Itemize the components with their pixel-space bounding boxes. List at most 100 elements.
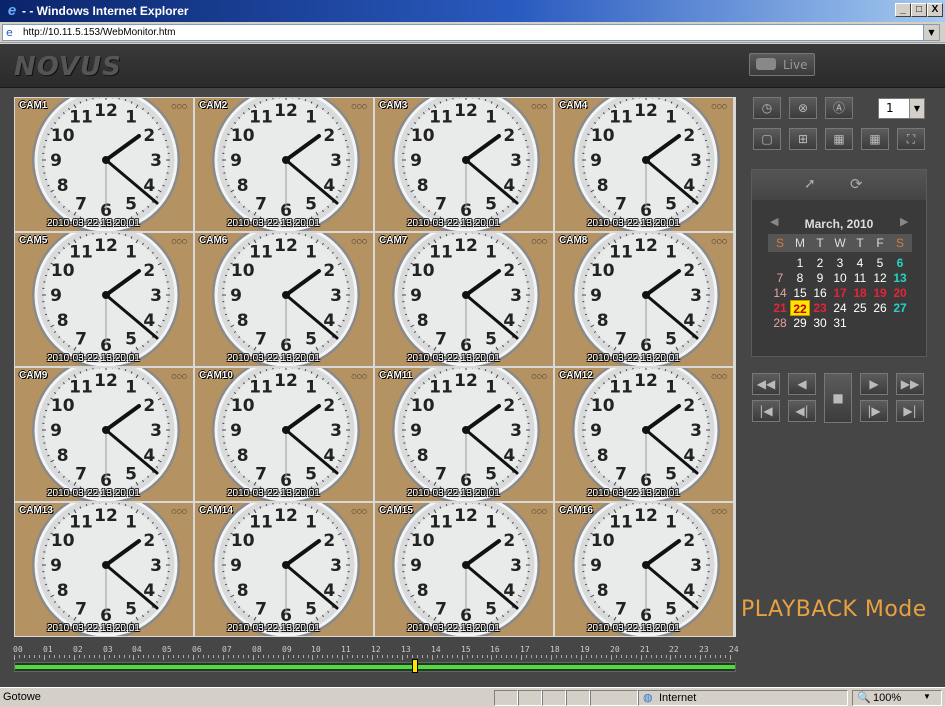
- calendar-day[interactable]: 13: [890, 270, 910, 286]
- calendar-day[interactable]: 9: [810, 270, 830, 286]
- search-time-button[interactable]: ◷: [753, 97, 781, 119]
- timeline-tick: [292, 655, 294, 658]
- calendar-day[interactable]: 27: [890, 300, 910, 316]
- timeline-tick: [560, 655, 562, 658]
- play-button[interactable]: ▶: [860, 373, 888, 395]
- calendar-day[interactable]: 23: [810, 300, 830, 316]
- calendar-day[interactable]: 16: [810, 285, 830, 301]
- calendar-day[interactable]: 1: [790, 255, 810, 271]
- camera-tile-7[interactable]: 12 1 2 3 4 5 6 7 8 9 10 11 CAM7 ○○○ 2010-03-22 13:20:0…: [375, 233, 553, 366]
- export-arrow-icon[interactable]: ➚: [804, 176, 816, 192]
- camera-tile-3[interactable]: 12 1 2 3 4 5 6 7 8 9 10 11 CAM3 ○○○ 2010-03-22 13:20:0…: [375, 98, 553, 231]
- camera-tile-4[interactable]: 12 1 2 3 4 5 6 7 8 9 10 11 CAM4 ○○○ 2010-03-22 13:20:0…: [555, 98, 733, 231]
- layout-2x2-button[interactable]: ⊞: [789, 128, 817, 150]
- timeline-bar[interactable]: [14, 662, 736, 672]
- camera-tile-5[interactable]: 12 1 2 3 4 5 6 7 8 9 10 11 CAM5 ○○○ 2010-03-22 13:20:0…: [15, 233, 193, 366]
- calendar-day[interactable]: 25: [850, 300, 870, 316]
- svg-text:12: 12: [94, 506, 118, 526]
- status-section: [566, 690, 590, 706]
- camera-tile-6[interactable]: 12 1 2 3 4 5 6 7 8 9 10 11 CAM6 ○○○ 2010-03-22 13:20:0…: [195, 233, 373, 366]
- calendar-day-selected[interactable]: 22: [790, 300, 810, 316]
- calendar-day[interactable]: 5: [870, 255, 890, 271]
- stop-button[interactable]: ■: [824, 373, 852, 423]
- svg-text:5: 5: [305, 329, 317, 349]
- search-alarm-button[interactable]: Ⓐ: [825, 97, 853, 119]
- calendar-day[interactable]: 26: [870, 300, 890, 316]
- timeline-hour-label: 07: [222, 645, 232, 654]
- calendar-day[interactable]: 30: [810, 315, 830, 331]
- camera-tile-9[interactable]: 12 1 2 3 4 5 6 7 8 9 10 11 CAM9 ○○○ 2010-03-22 13:20:0…: [15, 368, 193, 501]
- camera-tile-1[interactable]: 12 1 2 3 4 5 6 7 8 9 10 11 CAM1 ○○○ 2010-03-22 13:20:0…: [15, 98, 193, 231]
- maximize-button[interactable]: □: [911, 3, 927, 17]
- chevron-down-icon[interactable]: ▼: [923, 692, 931, 701]
- chevron-down-icon[interactable]: ▼: [909, 99, 924, 118]
- calendar-day[interactable]: 19: [870, 285, 890, 301]
- calendar-day[interactable]: 4: [850, 255, 870, 271]
- camera-tile-14[interactable]: 12 1 2 3 4 5 6 7 8 9 10 11 CAM14 ○○○ 2010-03-22 13:20:…: [195, 503, 373, 636]
- calendar-day[interactable]: 6: [890, 255, 910, 271]
- fast-forward-button[interactable]: ▶▶: [896, 373, 924, 395]
- svg-text:11: 11: [249, 108, 273, 128]
- calendar-day[interactable]: 8: [790, 270, 810, 286]
- calendar-next-button[interactable]: ▶: [900, 215, 908, 228]
- close-button[interactable]: X: [927, 3, 943, 17]
- calendar-day[interactable]: 31: [830, 315, 850, 331]
- calendar-day[interactable]: 28: [770, 315, 790, 331]
- channel-select[interactable]: 1 ▼: [878, 98, 925, 119]
- calendar-day[interactable]: 14: [770, 285, 790, 301]
- camera-tile-2[interactable]: 12 1 2 3 4 5 6 7 8 9 10 11 CAM2 ○○○ 2010-03-22 13:20:0…: [195, 98, 373, 231]
- window-titlebar[interactable]: e - - Windows Internet Explorer _ □ X: [0, 0, 945, 22]
- calendar-day[interactable]: 15: [790, 285, 810, 301]
- camera-label: CAM7: [379, 235, 408, 246]
- search-event-button[interactable]: ⊗: [789, 97, 817, 119]
- calendar-day[interactable]: 24: [830, 300, 850, 316]
- svg-text:2: 2: [143, 261, 155, 281]
- camera-tile-15[interactable]: 12 1 2 3 4 5 6 7 8 9 10 11 CAM15 ○○○ 2010-03-22 13:20:…: [375, 503, 553, 636]
- address-dropdown-button[interactable]: ▼: [923, 25, 939, 40]
- camera-tile-13[interactable]: 12 1 2 3 4 5 6 7 8 9 10 11 CAM13 ○○○ 2010-03-22 13:20:…: [15, 503, 193, 636]
- calendar-day[interactable]: 20: [890, 285, 910, 301]
- layout-4x4-button[interactable]: ▦: [861, 128, 889, 150]
- zoom-section[interactable]: 🔍 100% ▼: [852, 690, 942, 706]
- timeline-tick: [147, 655, 149, 658]
- calendar-day[interactable]: 3: [830, 255, 850, 271]
- go-to-end-button[interactable]: ▶|: [896, 400, 924, 422]
- camera-tile-12[interactable]: 12 1 2 3 4 5 6 7 8 9 10 11 CAM12 ○○○ 2010-03-22 13:20:…: [555, 368, 733, 501]
- step-back-button[interactable]: ◀|: [788, 400, 816, 422]
- refresh-icon[interactable]: ⟳: [850, 175, 863, 193]
- layout-1x1-button[interactable]: ▢: [753, 128, 781, 150]
- address-input[interactable]: e http://10.11.5.153/WebMonitor.htm ▼: [2, 24, 940, 41]
- timeline-hour-label: 18: [550, 645, 560, 654]
- timeline-tick: [123, 655, 125, 658]
- calendar-day[interactable]: 12: [870, 270, 890, 286]
- camera-tile-16[interactable]: 12 1 2 3 4 5 6 7 8 9 10 11 CAM16 ○○○ 2010-03-22 13:20:…: [555, 503, 733, 636]
- calendar-day[interactable]: 18: [850, 285, 870, 301]
- timeline-tick: [44, 655, 45, 660]
- svg-text:12: 12: [94, 101, 118, 121]
- camera-tile-8[interactable]: 12 1 2 3 4 5 6 7 8 9 10 11 CAM8 ○○○ 2010-03-22 13:20:0…: [555, 233, 733, 366]
- calendar-day[interactable]: 17: [830, 285, 850, 301]
- timeline-tick: [128, 655, 130, 658]
- timeline[interactable]: 00 01 02 03 04 05 06 07 08 09 10 11 12 13 14 15 16 17 18 19…: [13, 643, 739, 675]
- minimize-button[interactable]: _: [895, 3, 911, 17]
- timeline-tick: [351, 655, 353, 658]
- timeline-cursor[interactable]: [411, 659, 418, 673]
- live-button[interactable]: Live: [749, 53, 815, 76]
- camera-tile-11[interactable]: 12 1 2 3 4 5 6 7 8 9 10 11 CAM11 ○○○ 2010-03-22 13:20:…: [375, 368, 553, 501]
- camera-tile-10[interactable]: 12 1 2 3 4 5 6 7 8 9 10 11 CAM10 ○○○ 2010-03-22 13:20:…: [195, 368, 373, 501]
- calendar-day[interactable]: 10: [830, 270, 850, 286]
- rewind-button[interactable]: ◀: [788, 373, 816, 395]
- calendar-day[interactable]: 21: [770, 300, 790, 316]
- fullscreen-button[interactable]: ⛶: [897, 128, 925, 150]
- calendar-day[interactable]: 29: [790, 315, 810, 331]
- fast-rewind-button[interactable]: ◀◀: [752, 373, 780, 395]
- calendar-day[interactable]: 11: [850, 270, 870, 286]
- svg-text:1: 1: [485, 378, 497, 398]
- go-to-start-button[interactable]: |◀: [752, 400, 780, 422]
- svg-text:2: 2: [323, 396, 335, 416]
- step-forward-button[interactable]: |▶: [860, 400, 888, 422]
- calendar-day[interactable]: 7: [770, 270, 790, 286]
- layout-3x3-button[interactable]: ▦: [825, 128, 853, 150]
- calendar-day[interactable]: 2: [810, 255, 830, 271]
- timeline-tick: [118, 655, 120, 658]
